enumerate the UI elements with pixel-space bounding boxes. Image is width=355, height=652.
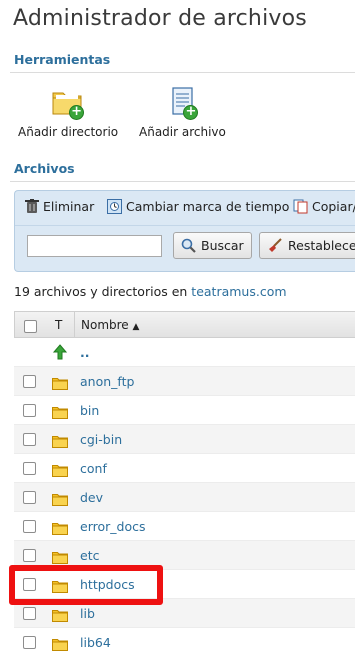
- table-header: T Nombre ▲: [14, 311, 355, 338]
- trash-icon: [25, 199, 39, 213]
- add-file-button[interactable]: + Añadir archivo: [139, 86, 226, 139]
- copy-button[interactable]: Copiar/: [293, 199, 355, 214]
- row-checkbox[interactable]: [23, 549, 36, 562]
- add-directory-button[interactable]: + Añadir directorio: [18, 86, 118, 139]
- domain-link[interactable]: teatramus.com: [191, 284, 286, 299]
- row-checkbox[interactable]: [23, 375, 36, 388]
- folder-icon: [52, 520, 68, 539]
- name-column-header[interactable]: Nombre ▲: [74, 312, 355, 337]
- table-row[interactable]: etc: [14, 541, 355, 570]
- search-button-label: Buscar: [201, 238, 244, 253]
- section-divider: [10, 181, 355, 182]
- add-directory-label: Añadir directorio: [18, 125, 119, 139]
- file-name-link[interactable]: bin: [80, 403, 99, 418]
- row-checkbox[interactable]: [23, 578, 36, 591]
- change-timestamp-label: Cambiar marca de tiempo: [126, 199, 290, 214]
- search-button[interactable]: Buscar: [173, 232, 252, 259]
- row-checkbox[interactable]: [23, 520, 36, 533]
- file-name-link[interactable]: lib64: [80, 635, 111, 650]
- type-column-header: T: [55, 318, 63, 332]
- toolbar-divider: [15, 225, 355, 226]
- change-timestamp-button[interactable]: Cambiar marca de tiempo: [107, 199, 289, 214]
- table-row[interactable]: httpdocs: [14, 570, 355, 599]
- page-title: Administrador de archivos: [13, 6, 307, 31]
- row-checkbox[interactable]: [23, 462, 36, 475]
- folder-icon: [52, 491, 68, 510]
- sort-ascending-icon: ▲: [132, 322, 140, 332]
- table-row[interactable]: ..: [14, 338, 355, 367]
- file-name-link[interactable]: error_docs: [80, 519, 145, 534]
- table-row[interactable]: lib64: [14, 628, 355, 652]
- parent-directory-icon: [52, 344, 68, 364]
- add-file-label: Añadir archivo: [139, 125, 226, 139]
- file-name-link[interactable]: lib: [80, 606, 95, 621]
- name-column-label: Nombre: [81, 318, 129, 332]
- folder-icon: [52, 607, 68, 626]
- table-row[interactable]: conf: [14, 454, 355, 483]
- search-icon: [181, 238, 196, 253]
- file-count-summary: 19 archivos y directorios en teatramus.c…: [14, 284, 287, 299]
- folder-icon: [52, 636, 68, 652]
- folder-icon: [52, 549, 68, 568]
- broom-icon: [269, 238, 282, 252]
- row-checkbox[interactable]: [23, 491, 36, 504]
- row-checkbox[interactable]: [23, 433, 36, 446]
- file-toolbar: Eliminar Cambiar marca de tiempo Copiar/…: [14, 190, 355, 272]
- file-name-link[interactable]: dev: [80, 490, 103, 505]
- row-checkbox[interactable]: [23, 607, 36, 620]
- table-row[interactable]: cgi-bin: [14, 425, 355, 454]
- row-checkbox[interactable]: [23, 636, 36, 649]
- file-name-link[interactable]: ..: [80, 345, 90, 360]
- folder-icon: [52, 462, 68, 481]
- table-row[interactable]: anon_ftp: [14, 367, 355, 396]
- file-list: .. anon_ftpbin cgi-bin conf dev error_docsetc…: [14, 338, 355, 652]
- add-folder-icon: +: [50, 86, 86, 120]
- copy-label: Copiar/: [312, 199, 355, 214]
- select-all-checkbox[interactable]: [24, 320, 37, 333]
- file-name-link[interactable]: cgi-bin: [80, 432, 122, 447]
- folder-icon: [52, 404, 68, 423]
- section-divider: [10, 72, 355, 73]
- file-count-text: 19 archivos y directorios en: [14, 284, 192, 299]
- table-row[interactable]: lib: [14, 599, 355, 628]
- row-checkbox[interactable]: [23, 404, 36, 417]
- file-name-link[interactable]: conf: [80, 461, 107, 476]
- reset-button[interactable]: Restablecer: [259, 232, 355, 259]
- folder-icon: [52, 433, 68, 452]
- folder-icon: [52, 375, 68, 394]
- table-row[interactable]: error_docs: [14, 512, 355, 541]
- tools-section-title: Herramientas: [14, 52, 111, 67]
- file-name-link[interactable]: anon_ftp: [80, 374, 134, 389]
- files-section-title: Archivos: [14, 161, 75, 176]
- file-table: T Nombre ▲ .. anon_ftpbin cgi-bin conf dev er…: [14, 311, 355, 652]
- add-file-icon: +: [164, 86, 200, 120]
- reset-button-label: Restablecer: [288, 238, 355, 253]
- search-input[interactable]: [27, 235, 162, 257]
- file-name-link[interactable]: httpdocs: [80, 577, 135, 592]
- timestamp-icon: [107, 199, 122, 214]
- table-row[interactable]: dev: [14, 483, 355, 512]
- table-row[interactable]: bin: [14, 396, 355, 425]
- delete-button[interactable]: Eliminar: [25, 199, 94, 214]
- copy-icon: [293, 199, 308, 214]
- file-name-link[interactable]: etc: [80, 548, 99, 563]
- delete-label: Eliminar: [43, 199, 95, 214]
- folder-icon: [52, 578, 68, 597]
